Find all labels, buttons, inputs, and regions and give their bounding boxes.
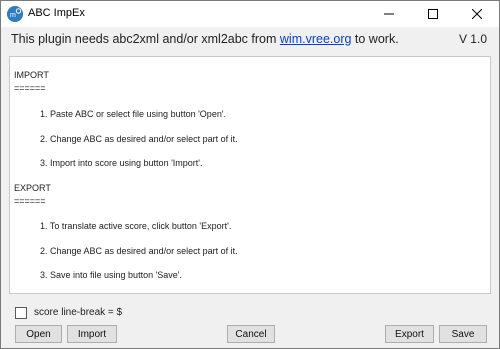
save-button[interactable]: Save [439,325,487,343]
requirement-text-after: to work. [351,32,399,46]
plugin-window: m ABC ImpEx This plugin needs abc2xml an… [0,0,500,349]
close-icon [472,9,482,19]
export-button[interactable]: Export [385,325,434,343]
abc-text-area[interactable]: IMPORT ====== 1. Paste ABC or select fil… [9,56,491,294]
version-label: V 1.0 [458,32,487,46]
maximize-icon [428,9,438,19]
export-heading: EXPORT [14,183,51,193]
import-underline: ====== [14,83,46,93]
requirement-text-before: This plugin needs abc2xml and/or xml2abc… [11,32,280,46]
abc-impex-app-icon: m [7,6,23,22]
maximize-button[interactable] [411,1,455,27]
line-break-option[interactable]: score line-break = $ [15,306,122,319]
export-step-2: 2. Change ABC as desired and/or select p… [40,246,238,256]
minimize-button[interactable] [367,1,411,27]
import-step-2: 2. Change ABC as desired and/or select p… [40,134,238,144]
title-bar[interactable]: m ABC ImpEx [1,1,499,27]
line-break-checkbox[interactable] [15,306,27,319]
window-title: ABC ImpEx [28,7,85,19]
import-button[interactable]: Import [67,325,117,343]
header-bar: This plugin needs abc2xml and/or xml2abc… [1,27,499,55]
export-step-1: 1. To translate active score, click butt… [40,221,232,231]
minimize-icon [384,13,394,15]
svg-text:m: m [10,12,16,19]
open-button[interactable]: Open [15,325,62,343]
requirement-message: This plugin needs abc2xml and/or xml2abc… [11,32,399,46]
vree-website-link[interactable]: wim.vree.org [280,32,352,46]
cancel-button[interactable]: Cancel [227,325,275,343]
export-step-3: 3. Save into file using button 'Save'. [40,270,183,280]
import-heading: IMPORT [14,70,49,80]
export-underline: ====== [14,196,46,206]
close-button[interactable] [455,1,499,27]
import-step-3: 3. Import into score using button 'Impor… [40,158,203,168]
line-break-label: score line-break = $ [34,307,123,318]
import-step-1: 1. Paste ABC or select file using button… [40,109,227,119]
